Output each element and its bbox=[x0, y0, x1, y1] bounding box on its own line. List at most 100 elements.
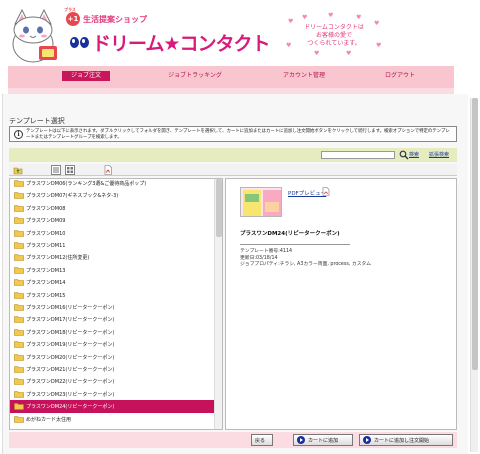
folder-icon bbox=[14, 229, 24, 237]
heart-icon: ♥ bbox=[356, 14, 362, 21]
tree-item[interactable]: プラスワンDM23(リピータークーポン) bbox=[10, 388, 214, 401]
cat-mascot-icon bbox=[12, 8, 57, 63]
job-properties: ジョブプロパティ:チラシ, A3カラー両面, process, カスタム bbox=[240, 262, 372, 267]
view-toolbar bbox=[9, 164, 457, 176]
back-button[interactable]: 戻る bbox=[251, 434, 273, 446]
search-bar: 検索 拡張検索 bbox=[9, 148, 457, 162]
action-bar: 戻る カートに追加 カートに追加し注文開始 bbox=[9, 432, 457, 448]
grid-view-icon[interactable] bbox=[65, 165, 75, 175]
tree-scrollbar-thumb[interactable] bbox=[216, 179, 222, 237]
tree-item[interactable]: プラスワンDM22(リピータークーポン) bbox=[10, 375, 214, 388]
tree-item[interactable]: プラスワンDM21(リピータークーポン) bbox=[10, 363, 214, 376]
pdf-icon[interactable] bbox=[322, 187, 330, 196]
folder-up-icon[interactable] bbox=[13, 165, 23, 175]
tree-item-label: プラスワンDM10 bbox=[26, 230, 66, 237]
tree-item[interactable]: プラスワンDM16(リピータークーポン) bbox=[10, 301, 214, 314]
arrow-right-icon bbox=[297, 436, 305, 444]
brand-logo[interactable]: ドリーム★コンタクト bbox=[70, 30, 270, 55]
divider bbox=[240, 244, 350, 245]
tree-item-label: プラスワンDM13 bbox=[26, 267, 66, 274]
heart-icon: ♥ bbox=[314, 50, 320, 57]
list-view-icon[interactable] bbox=[51, 165, 61, 175]
folder-icon bbox=[14, 291, 24, 299]
main-content: テンプレート選択 i テンプレートは以下に表示されます。ダブルクリックしてフォル… bbox=[2, 94, 468, 454]
tree-item-label: プラスワンDM08 bbox=[26, 205, 66, 212]
plus-one-badge: プラス +1 bbox=[64, 7, 80, 26]
search-icon[interactable] bbox=[399, 150, 409, 160]
tree-item-label: プラスワンDM24(リピータークーポン) bbox=[26, 404, 115, 411]
info-icon: i bbox=[14, 130, 23, 139]
tree-item-label: プラスワンDM21(リピータークーポン) bbox=[26, 367, 115, 373]
tree-item-label: プラスワンDM07(ギネスブック&ネタ-3) bbox=[26, 193, 119, 200]
tree-item[interactable]: プラスワンDM18(リピータークーポン) bbox=[10, 326, 214, 339]
eyes-logo-icon bbox=[70, 36, 90, 48]
folder-icon bbox=[14, 378, 24, 386]
pdf-icon[interactable] bbox=[103, 165, 113, 175]
tree-item[interactable]: プラスワンDM06(ランキング3選&ご優待商品ポップ) bbox=[10, 179, 214, 190]
nav-job-tracking[interactable]: ジョブトラッキング bbox=[160, 71, 230, 81]
tree-item-label: プラスワンDM12(住所変更) bbox=[26, 255, 90, 262]
tree-item-label: プラスワンDM16(リピータークーポン) bbox=[26, 305, 115, 311]
tree-item[interactable]: めがねカード太住用 bbox=[10, 413, 214, 426]
folder-icon bbox=[14, 366, 24, 373]
tree-item[interactable]: プラスワンDM07(ギネスブック&ネタ-3) bbox=[10, 189, 214, 202]
template-thumbnail[interactable] bbox=[240, 187, 282, 217]
add-to-cart-button[interactable]: カートに追加 bbox=[293, 434, 353, 446]
template-name: プラスワンDM24(リピータークーポン) bbox=[240, 231, 340, 237]
arrow-right-icon bbox=[363, 436, 371, 444]
advanced-search-link[interactable]: 拡張検索 bbox=[429, 151, 449, 158]
search-input[interactable] bbox=[321, 151, 395, 159]
folder-icon bbox=[14, 403, 24, 410]
nav-logout[interactable]: ログアウト bbox=[378, 71, 422, 81]
tree-scrollbar[interactable] bbox=[214, 179, 222, 429]
pdf-preview-link[interactable]: PDFプレビュー bbox=[288, 189, 326, 197]
folder-icon bbox=[14, 254, 24, 262]
folder-icon bbox=[14, 353, 24, 361]
tree-item-label: プラスワンDM15 bbox=[26, 292, 66, 299]
add-and-order-button[interactable]: カートに追加し注文開始 bbox=[359, 434, 453, 446]
tree-item[interactable]: プラスワンDM13 bbox=[10, 264, 214, 277]
page-scrollbar[interactable] bbox=[470, 98, 478, 452]
folder-icon bbox=[14, 242, 24, 249]
page-scrollbar-thumb[interactable] bbox=[472, 98, 478, 370]
tree-item[interactable]: プラスワンDM10 bbox=[10, 227, 214, 240]
tagline-text: ドリームコンタクトは お客様の愛で つくられています。 bbox=[304, 24, 364, 47]
heart-icon: ♥ bbox=[346, 50, 352, 57]
tree-item[interactable]: プラスワンDM17(リピータークーポン) bbox=[10, 313, 214, 326]
info-box: i テンプレートは以下に表示されます。ダブルクリックしてフォルダを開き、テンプレ… bbox=[9, 126, 457, 142]
tree-item[interactable]: プラスワンDM24(リピータークーポン) bbox=[10, 400, 214, 414]
tree-item[interactable]: プラスワンDM11 bbox=[10, 239, 214, 252]
page-title: テンプレート選択 bbox=[9, 117, 65, 125]
folder-icon bbox=[14, 328, 24, 336]
tree-item-label: めがねカード太住用 bbox=[26, 416, 72, 423]
folder-icon bbox=[14, 316, 24, 324]
main-nav: ジョブ注文 ジョブトラッキング アカウント管理 ログアウト bbox=[8, 66, 454, 88]
folder-icon bbox=[14, 217, 24, 224]
template-tree: プラスワンDM06(ランキング3選&ご優待商品ポップ) プラスワンDM07(ギネス… bbox=[9, 178, 223, 430]
tree-item-label: プラスワンDM17(リピータークーポン) bbox=[26, 317, 115, 324]
template-meta: テンプレート番号:4114 更新日:03/18/14 ジョブプロパティ:チラシ,… bbox=[240, 249, 371, 269]
tree-item[interactable]: プラスワンDM14 bbox=[10, 276, 214, 289]
folder-icon bbox=[14, 390, 24, 398]
tree-item-label: プラスワンDM23(リピータークーポン) bbox=[26, 391, 115, 398]
folder-icon bbox=[14, 341, 24, 348]
tree-item[interactable]: プラスワンDM12(住所変更) bbox=[10, 251, 214, 264]
folder-icon bbox=[14, 180, 24, 187]
heart-icon: ♥ bbox=[328, 12, 334, 19]
tree-item[interactable]: プラスワンDM20(リピータークーポン) bbox=[10, 351, 214, 364]
nav-job-order[interactable]: ジョブ注文 bbox=[62, 71, 110, 81]
tree-item-label: プラスワンDM20(リピータークーポン) bbox=[26, 354, 115, 361]
folder-icon bbox=[14, 415, 24, 423]
tree-item[interactable]: プラスワンDM09 bbox=[10, 214, 214, 227]
tree-item[interactable]: プラスワンDM15 bbox=[10, 289, 214, 302]
brand-name: ドリーム★コンタクト bbox=[92, 32, 270, 55]
brand-subtitle: プラス +1 生活提案ショップ bbox=[64, 7, 147, 26]
tree-item[interactable]: プラスワンDM08 bbox=[10, 202, 214, 215]
tagline-box: ♥ ♥ ♥ ♥ ♥ ♥ ♥ ♥ ♥ ドリームコンタクトは お客様の愛で つくられ… bbox=[284, 12, 384, 57]
search-link[interactable]: 検索 bbox=[409, 151, 419, 158]
folder-icon bbox=[14, 304, 24, 311]
folder-icon bbox=[14, 192, 24, 200]
tree-item-label: プラスワンDM09 bbox=[26, 218, 66, 225]
nav-account-management[interactable]: アカウント管理 bbox=[274, 71, 334, 81]
tree-item[interactable]: プラスワンDM19(リピータークーポン) bbox=[10, 338, 214, 351]
